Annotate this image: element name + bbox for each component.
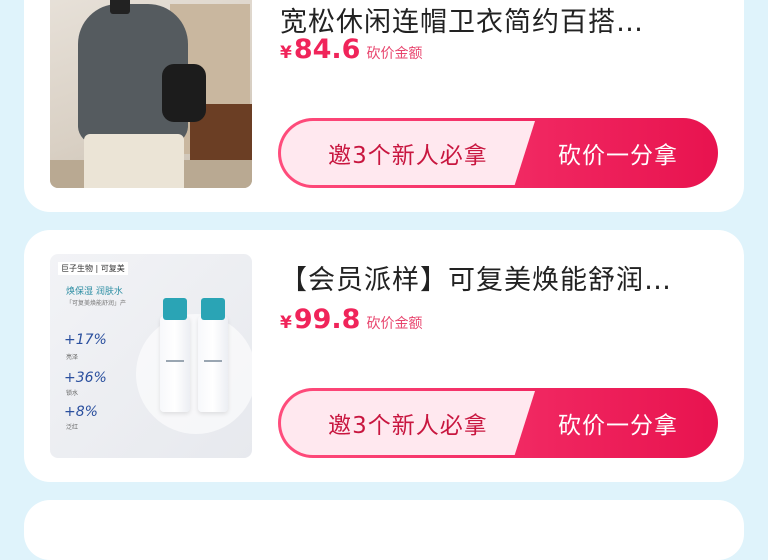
bargain-action-bar[interactable]: 邀3个新人必拿 砍价一分拿 (278, 118, 718, 188)
product-image[interactable]: 巨子生物 | 可复美 焕保湿 润肤水 「可复美焕能舒润」产 +17% 亮泽 +3… (50, 254, 252, 458)
bargain-button[interactable]: 砍价一分拿 (518, 388, 718, 458)
price-label: 砍价金额 (366, 46, 423, 62)
bottle-shape (160, 298, 190, 412)
price-label: 砍价金额 (366, 316, 423, 332)
currency-symbol: ¥ (280, 43, 292, 63)
stat-value: +36% (64, 370, 107, 386)
stat-value: +8% (64, 404, 98, 420)
stat-label: 亮泽 (66, 354, 79, 361)
bargain-action-bar[interactable]: 邀3个新人必拿 砍价一分拿 (278, 388, 718, 458)
bag-shape (162, 64, 206, 122)
phone-shape (110, 0, 130, 14)
bargain-button[interactable]: 砍价一分拿 (518, 118, 718, 188)
price-row: ¥ 99.8 砍价金额 (280, 304, 422, 335)
stat-label: 锁水 (66, 390, 79, 397)
product-image[interactable] (50, 0, 252, 188)
currency-symbol: ¥ (280, 313, 292, 333)
price-row: ¥ 84.6 砍价金额 (280, 34, 422, 65)
invite-new-users-button[interactable]: 邀3个新人必拿 (281, 391, 535, 455)
bargain-amount: 84.6 (293, 34, 361, 65)
brand-logo: 巨子生物 | 可复美 (58, 262, 128, 275)
product-title[interactable]: 【会员派样】可复美焕能舒润… (280, 258, 720, 297)
stat-value: +17% (64, 332, 107, 348)
product-card[interactable]: 宽松休闲连帽卫衣简约百搭… ¥ 84.6 砍价金额 邀3个新人必拿 砍价一分拿 (24, 0, 744, 212)
product-card[interactable]: 巨子生物 | 可复美 焕保湿 润肤水 「可复美焕能舒润」产 +17% 亮泽 +3… (24, 230, 744, 482)
bargain-amount: 99.8 (293, 304, 361, 335)
backdrop-disc (136, 314, 252, 434)
bottle-shape (198, 298, 228, 412)
image-tag: 焕保湿 润肤水 (66, 287, 123, 297)
skirt-shape (84, 134, 184, 188)
stat-label: 泛红 (66, 424, 79, 431)
product-card-partial[interactable] (24, 500, 744, 560)
invite-new-users-button[interactable]: 邀3个新人必拿 (281, 121, 535, 185)
image-subtag: 「可复美焕能舒润」产 (66, 300, 127, 307)
